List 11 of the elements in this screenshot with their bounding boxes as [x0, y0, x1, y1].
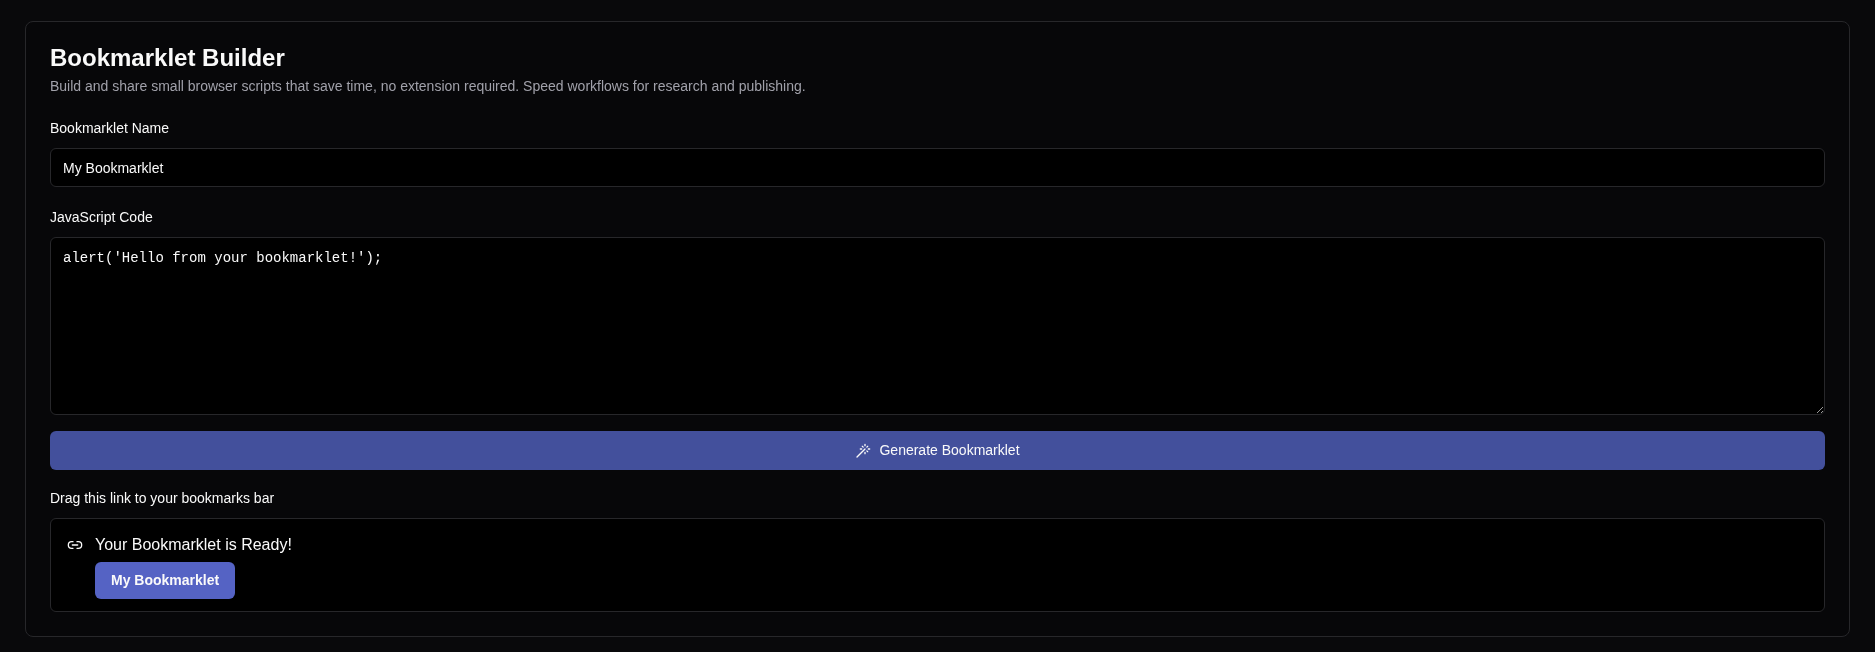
- generate-button[interactable]: Generate Bookmarklet: [50, 431, 1825, 470]
- name-input-field[interactable]: My Bookmarklet: [50, 148, 1825, 187]
- magic-wand-icon: [855, 442, 872, 459]
- field-label: Bookmarklet Name: [50, 119, 170, 138]
- result-title: Your Bookmarklet is Ready!: [95, 535, 292, 555]
- field-label: JavaScript Code: [50, 208, 153, 227]
- page-title: Bookmarklet Builder: [50, 43, 285, 73]
- result-label: Drag this link to your bookmarks bar: [50, 489, 275, 508]
- code-input-field[interactable]: alert('Hello from your bookmarklet!');: [50, 237, 1825, 415]
- bookmarklet-link[interactable]: My Bookmarklet: [95, 562, 236, 599]
- page-subtitle: Build and share small browser scripts that save time, no extension required. Speed workflows for research and publishing.: [50, 77, 806, 96]
